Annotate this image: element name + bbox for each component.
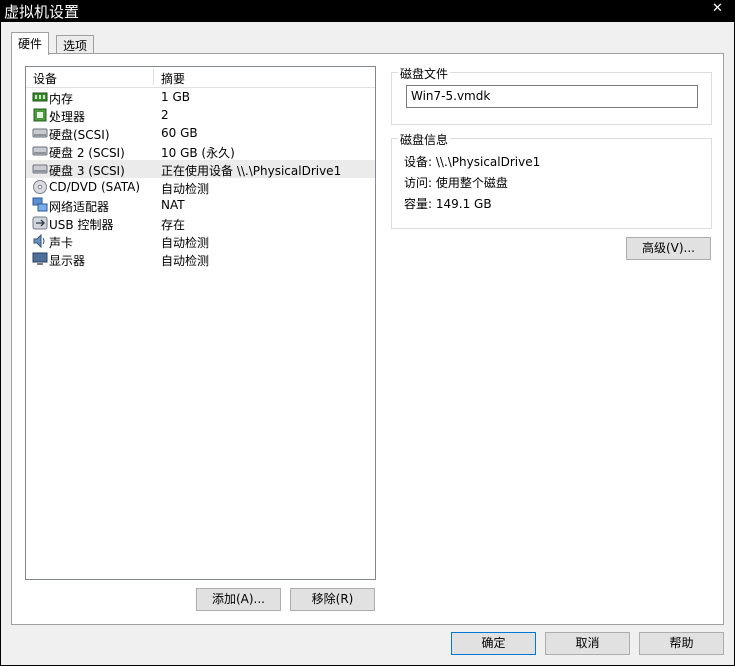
cd-dvd-icon <box>33 180 47 194</box>
device-row-processor[interactable]: 处理器 2 <box>26 106 375 124</box>
disk-info-capacity: 容量: 149.1 GB <box>404 197 492 211</box>
memory-icon <box>32 92 48 102</box>
device-summary: 存在 <box>161 218 186 232</box>
network-adapter-icon <box>32 197 48 212</box>
device-summary: 自动检测 <box>161 236 210 250</box>
close-button[interactable]: ✕ <box>700 0 735 18</box>
display-icon <box>32 252 48 265</box>
advanced-button[interactable]: 高级(V)... <box>626 237 711 260</box>
disk-file-group: 磁盘文件 Win7-5.vmdk <box>391 65 712 125</box>
add-button[interactable]: 添加(A)... <box>196 588 281 611</box>
column-divider[interactable] <box>153 69 154 85</box>
device-summary: 正在使用设备 \\.\PhysicalDrive1 <box>161 164 342 178</box>
disk-info-group: 磁盘信息 设备: \\.\PhysicalDrive1 访问: 使用整个磁盘 容… <box>391 131 712 229</box>
hard-disk-icon <box>32 164 48 174</box>
device-name: CD/DVD (SATA) <box>49 180 141 194</box>
device-summary: 1 GB <box>161 90 190 104</box>
disk-file-input[interactable]: Win7-5.vmdk <box>406 85 698 108</box>
device-row-hard-disk-3[interactable]: 硬盘 3 (SCSI) 正在使用设备 \\.\PhysicalDrive1 <box>26 160 375 178</box>
device-row-memory[interactable]: 内存 1 GB <box>26 88 375 106</box>
help-button[interactable]: 帮助 <box>639 632 724 655</box>
hard-disk-icon <box>32 146 48 156</box>
device-name: 声卡 <box>49 236 74 250</box>
device-name: 处理器 <box>49 110 86 124</box>
window-title: 虚拟机设置 <box>4 3 80 21</box>
close-icon: ✕ <box>712 1 723 16</box>
device-summary: 自动检测 <box>161 254 210 268</box>
sound-card-icon <box>33 233 45 249</box>
cancel-button[interactable]: 取消 <box>545 632 630 655</box>
device-row-usb-controller[interactable]: USB 控制器 存在 <box>26 214 375 232</box>
device-name: 内存 <box>49 92 74 106</box>
device-row-hard-disk-1[interactable]: 硬盘(SCSI) 60 GB <box>26 124 375 142</box>
usb-icon <box>32 216 48 230</box>
disk-info-access: 访问: 使用整个磁盘 <box>404 176 508 190</box>
device-row-sound-card[interactable]: 声卡 自动检测 <box>26 232 375 250</box>
disk-info-legend: 磁盘信息 <box>398 131 451 148</box>
device-row-hard-disk-2[interactable]: 硬盘 2 (SCSI) 10 GB (永久) <box>26 142 375 160</box>
device-summary: 自动检测 <box>161 182 210 196</box>
device-list: 设备 摘要 内存 1 GB 处理器 2 硬盘(SCSI) 60 GB 硬盘 2 … <box>25 66 376 580</box>
device-name: 显示器 <box>49 254 86 268</box>
device-name: 硬盘 3 (SCSI) <box>49 164 125 178</box>
processor-icon <box>33 108 47 122</box>
device-summary: 10 GB (永久) <box>161 146 235 160</box>
dialog-client: 硬件 选项 设备 摘要 内存 1 GB 处理器 2 硬盘(SCSI) 60 GB… <box>1 22 734 665</box>
hardware-panel: 设备 摘要 内存 1 GB 处理器 2 硬盘(SCSI) 60 GB 硬盘 2 … <box>11 53 724 625</box>
device-row-network-adapter[interactable]: 网络适配器 NAT <box>26 196 375 214</box>
device-row-display[interactable]: 显示器 自动检测 <box>26 250 375 268</box>
device-name: USB 控制器 <box>49 218 114 232</box>
list-header: 设备 摘要 <box>26 67 375 88</box>
device-summary: NAT <box>161 198 185 212</box>
remove-button[interactable]: 移除(R) <box>290 588 375 611</box>
column-header-device[interactable]: 设备 <box>33 70 57 87</box>
hard-disk-icon <box>32 128 48 138</box>
device-row-cd-dvd[interactable]: CD/DVD (SATA) 自动检测 <box>26 178 375 196</box>
disk-file-legend: 磁盘文件 <box>398 65 451 82</box>
disk-info-device: 设备: \\.\PhysicalDrive1 <box>404 155 541 169</box>
device-name: 硬盘 2 (SCSI) <box>49 146 125 160</box>
device-summary: 2 <box>161 108 169 122</box>
device-summary: 60 GB <box>161 126 198 140</box>
device-name: 网络适配器 <box>49 200 110 214</box>
ok-button[interactable]: 确定 <box>451 632 536 655</box>
device-name: 硬盘(SCSI) <box>49 128 110 142</box>
tab-hardware[interactable]: 硬件 <box>11 32 50 55</box>
column-header-summary[interactable]: 摘要 <box>161 70 185 87</box>
title-bar: 虚拟机设置 ✕ <box>0 0 735 22</box>
